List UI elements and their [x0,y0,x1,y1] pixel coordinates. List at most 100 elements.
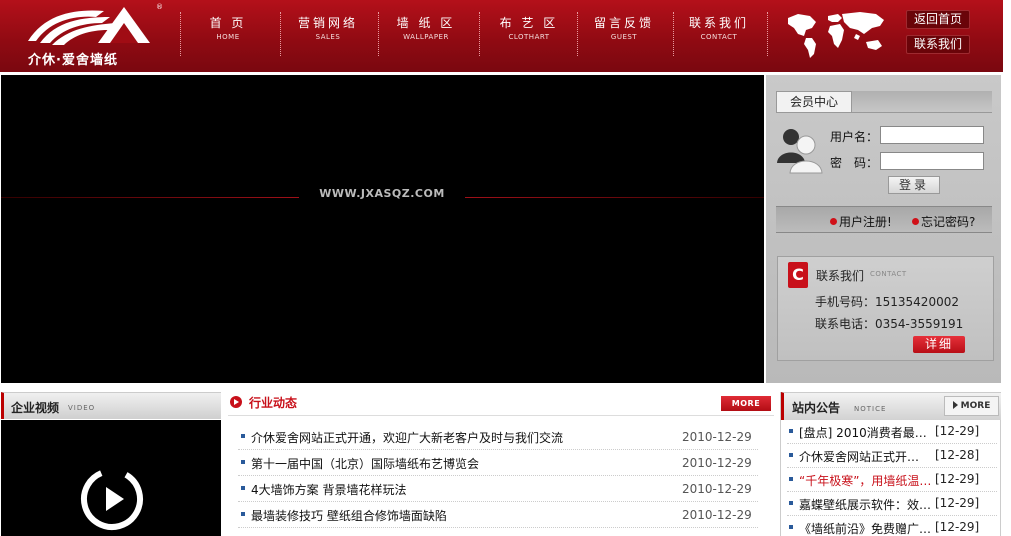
nav-item-contact[interactable]: 联系我们 CONTACT [671,14,767,58]
arrow-right-icon [230,396,242,408]
news-title: 行业动态 [249,396,298,410]
bullet-icon [241,434,245,438]
back-home-button[interactable]: 返回首页 [906,10,970,29]
triangle-right-icon [952,401,958,409]
bullet-icon [789,501,793,505]
contact-us-button[interactable]: 联系我们 [906,35,970,54]
news-item[interactable]: 4大墙饰方案 背景墙花样玩法 2010-12-29 [238,476,758,502]
video-section: 企业视频 VIDEO [1,392,221,536]
registered-mark: ® [156,3,163,11]
notice-section: 站内公告 NOTICE MORE [盘点] 2010消费者最… [12-29] … [780,392,1001,536]
bullet-icon [789,525,793,529]
video-subtitle: VIDEO [68,404,96,412]
nav-sublabel: CLOTHART [508,33,550,41]
world-map-icon [788,12,884,58]
news-item-date: 2010-12-29 [682,482,752,496]
nav-item-clothart[interactable]: 布 艺 区 CLOTHART [481,14,577,58]
register-link-label: 用户注册! [839,215,892,229]
nav-label: 布 艺 区 [499,16,559,30]
play-icon[interactable] [80,467,144,531]
notice-more-label: MORE [960,401,991,411]
news-item-date: 2010-12-29 [682,508,752,522]
notice-item-date: [12-29] [935,424,980,438]
notice-more-button[interactable]: MORE [944,396,999,416]
nav-sublabel: GUEST [610,33,638,41]
nav-item-wallpaper[interactable]: 墙 纸 区 WALLPAPER [378,14,474,58]
news-item[interactable]: 最墙装修技巧 壁纸组合修饰墙面缺陷 2010-12-29 [238,502,758,528]
news-item-title: 第十一届中国（北京）国际墙纸布艺博览会 [251,457,480,471]
site-logo[interactable]: ® 介休·爱舍墙纸 [22,3,163,68]
news-more-button[interactable]: MORE [721,396,771,411]
notice-item[interactable]: “千年极寒”，用墙纸温… [12-29] [787,468,997,492]
forgot-password-link[interactable]: 忘记密码? [912,213,975,230]
member-tab-strip [852,91,992,113]
nav-label: 留言反馈 [593,16,654,30]
notice-item[interactable]: 嘉蝶壁纸展示软件：效… [12-29] [787,492,997,516]
notice-item[interactable]: 介休爱舍网站正式开… [12-28] [787,444,997,468]
user-avatar-icon [777,129,823,174]
banner-url-text: WWW.JXASQZ.COM [319,187,445,200]
nav-separator [479,12,480,56]
nav-label: 联系我们 [688,16,749,30]
news-item-title: 最墙装修技巧 壁纸组合修饰墙面缺陷 [251,509,447,523]
nav-sublabel: SALES [315,33,341,41]
login-button[interactable]: 登录 [888,176,940,194]
register-link[interactable]: 用户注册! [830,213,892,230]
notice-title: 站内公告 [792,401,841,415]
contact-phone: 联系电话：0354-3559191 [815,317,964,331]
site-header: ® 介休·爱舍墙纸 首 页 HOME 营销网络 SALES 墙 纸 区 WALL… [0,0,1003,72]
detail-button[interactable]: 详细 [913,336,965,353]
video-player[interactable] [1,420,221,536]
news-item-title: 介休爱舍网站正式开通，欢迎广大新老客户及时与我们交流 [251,431,564,445]
bullet-icon [789,429,793,433]
logo-mark-icon [28,7,150,45]
nav-label: 墙 纸 区 [396,16,456,30]
username-input[interactable] [880,126,984,144]
divider [776,112,992,113]
contact-c-icon: C [788,262,808,288]
nav-separator [767,12,768,56]
nav-item-home[interactable]: 首 页 HOME [180,14,276,58]
nav-item-guest[interactable]: 留言反馈 GUEST [576,14,672,58]
notice-item-title: 嘉蝶壁纸展示软件：效… [799,498,931,512]
news-item-date: 2010-12-29 [682,456,752,470]
news-item[interactable]: 介休爱舍网站正式开通，欢迎广大新老客户及时与我们交流 2010-12-29 [238,424,758,450]
red-dot-icon [830,218,837,225]
notice-header: 站内公告 NOTICE MORE [781,392,1001,420]
notice-item-title: 介休爱舍网站正式开… [799,450,920,464]
notice-item[interactable]: 《墙纸前沿》免费赠广… [12-29] [787,516,997,536]
banner-line-left [1,197,299,198]
notice-item-date: [12-28] [935,448,980,462]
news-header: 行业动态 MORE [228,392,774,416]
nav-sublabel: CONTACT [700,33,738,41]
news-item[interactable]: 第十一届中国（北京）国际墙纸布艺博览会 2010-12-29 [238,450,758,476]
notice-item-date: [12-29] [935,520,980,534]
member-panel: 会员中心 用户名： 密 码： 登录 用户注册! 忘记密码? C 联系我们 CON… [766,75,1001,383]
video-header: 企业视频 VIDEO [1,392,221,419]
notice-item-title: [盘点] 2010消费者最… [799,426,927,440]
news-item-title: 4大墙饰方案 背景墙花样玩法 [251,483,407,497]
bullet-icon [241,486,245,490]
logo-text: 介休·爱舍墙纸 [28,53,118,68]
news-item-date: 2010-12-29 [682,430,752,444]
banner-line-right [465,197,764,198]
password-input[interactable] [880,152,984,170]
notice-subtitle: NOTICE [854,405,887,413]
bullet-icon [241,460,245,464]
forgot-password-label: 忘记密码? [921,215,976,229]
red-dot-icon [912,218,919,225]
bullet-icon [789,477,793,481]
industry-news-section: 行业动态 MORE 介休爱舍网站正式开通，欢迎广大新老客户及时与我们交流 201… [228,392,774,536]
tab-member-center[interactable]: 会员中心 [776,91,852,113]
hero-banner: WWW.JXASQZ.COM [1,75,764,383]
notice-item[interactable]: [盘点] 2010消费者最… [12-29] [787,420,997,444]
nav-label: 营销网络 [297,16,358,30]
video-title: 企业视频 [11,401,60,415]
nav-item-sales[interactable]: 营销网络 SALES [280,14,376,58]
notice-item-date: [12-29] [935,496,980,510]
username-label: 用户名： [830,130,879,144]
notice-item-title: “千年极寒”，用墙纸温… [799,474,931,488]
password-label: 密 码： [830,156,879,170]
nav-sublabel: HOME [216,33,240,41]
nav-label: 首 页 [209,16,247,30]
